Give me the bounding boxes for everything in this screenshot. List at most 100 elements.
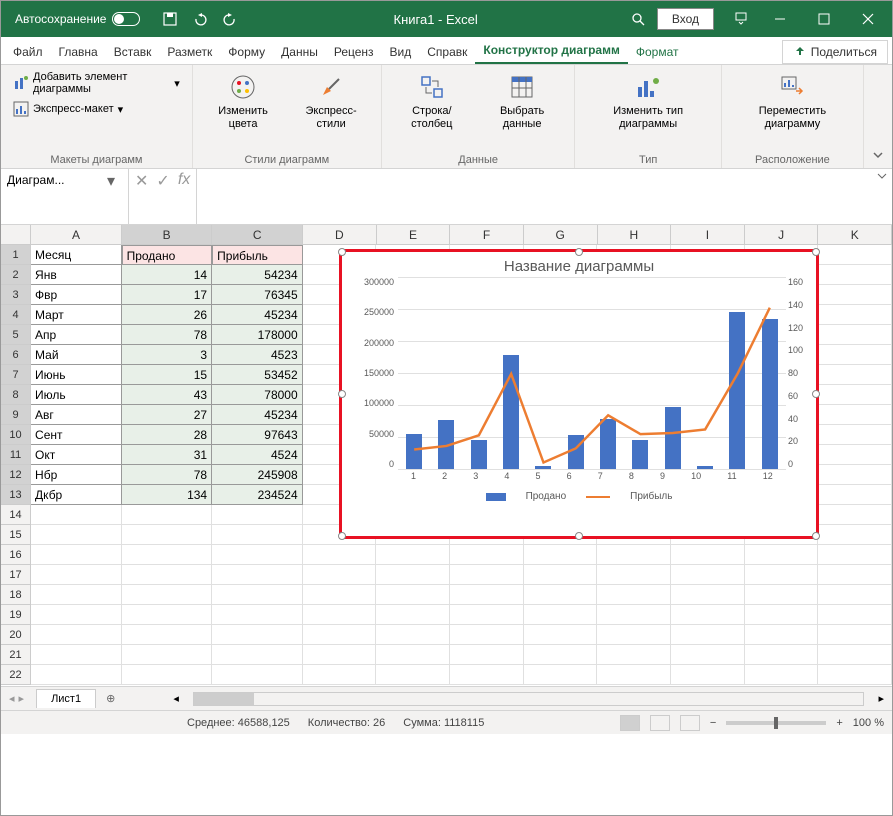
cell[interactable]	[524, 665, 598, 685]
cell[interactable]: 178000	[212, 325, 303, 345]
row-header[interactable]: 3	[1, 285, 31, 305]
cell[interactable]	[745, 625, 819, 645]
cell[interactable]	[597, 625, 671, 645]
cell[interactable]: 53452	[212, 365, 303, 385]
col-header[interactable]: H	[598, 225, 672, 244]
cell[interactable]	[450, 565, 524, 585]
cell[interactable]	[212, 565, 303, 585]
cell[interactable]	[376, 645, 450, 665]
cancel-formula-icon[interactable]: ✕	[135, 171, 148, 191]
cell[interactable]	[122, 545, 213, 565]
share-button[interactable]: Поделиться	[782, 40, 888, 64]
cell[interactable]	[524, 645, 598, 665]
cell[interactable]	[122, 565, 213, 585]
cell[interactable]	[303, 625, 377, 645]
scroll-left-icon[interactable]: ◂	[173, 692, 179, 705]
tab-layout[interactable]: Разметк	[159, 40, 220, 64]
cell[interactable]	[671, 545, 745, 565]
col-header[interactable]: K	[818, 225, 892, 244]
minimize-button[interactable]	[760, 1, 800, 37]
resize-handle[interactable]	[575, 532, 583, 540]
cell[interactable]	[376, 605, 450, 625]
cell[interactable]	[597, 665, 671, 685]
cell[interactable]: 45234	[212, 405, 303, 425]
cell[interactable]	[671, 565, 745, 585]
tab-home[interactable]: Главна	[51, 40, 106, 64]
chevron-down-icon[interactable]: ▾	[103, 171, 119, 191]
col-header[interactable]: G	[524, 225, 598, 244]
row-header[interactable]: 7	[1, 365, 31, 385]
cell[interactable]	[818, 265, 892, 285]
cell[interactable]	[597, 585, 671, 605]
tab-chart-design[interactable]: Конструктор диаграмм	[475, 38, 627, 64]
cell[interactable]	[818, 325, 892, 345]
tab-format[interactable]: Формат	[628, 40, 687, 64]
resize-handle[interactable]	[812, 532, 820, 540]
cell[interactable]: Прибыль	[212, 245, 303, 265]
chart-legend[interactable]: Продано Прибыль	[342, 487, 816, 506]
search-icon[interactable]	[631, 12, 645, 26]
cell[interactable]	[122, 505, 213, 525]
scroll-thumb[interactable]	[194, 693, 254, 705]
normal-view-button[interactable]	[620, 715, 640, 731]
add-sheet-button[interactable]: ⊕	[96, 692, 125, 705]
row-header[interactable]: 21	[1, 645, 31, 665]
cell[interactable]	[212, 545, 303, 565]
resize-handle[interactable]	[575, 248, 583, 256]
resize-handle[interactable]	[338, 390, 346, 398]
col-header[interactable]: B	[122, 225, 213, 244]
tab-file[interactable]: Файл	[5, 40, 51, 64]
col-header[interactable]: A	[31, 225, 122, 244]
cell[interactable]: 54234	[212, 265, 303, 285]
cell[interactable]	[818, 385, 892, 405]
expand-formula-bar-icon[interactable]	[872, 169, 892, 224]
row-header[interactable]: 22	[1, 665, 31, 685]
cell[interactable]: Янв	[31, 265, 122, 285]
cell[interactable]	[745, 545, 819, 565]
change-chart-type-button[interactable]: Изменить тип диаграммы	[583, 69, 712, 133]
zoom-slider[interactable]	[726, 721, 826, 725]
cell[interactable]	[818, 425, 892, 445]
zoom-in-button[interactable]: +	[836, 717, 842, 729]
cell[interactable]	[818, 525, 892, 545]
cell[interactable]	[818, 465, 892, 485]
cell[interactable]	[31, 545, 122, 565]
cell[interactable]	[818, 305, 892, 325]
cell[interactable]	[212, 605, 303, 625]
name-box-input[interactable]	[3, 171, 103, 189]
select-all-corner[interactable]	[1, 225, 31, 244]
row-header[interactable]: 18	[1, 585, 31, 605]
col-header[interactable]: F	[450, 225, 524, 244]
tab-formulas[interactable]: Форму	[220, 40, 273, 64]
cell[interactable]	[745, 565, 819, 585]
fx-icon[interactable]: fx	[178, 171, 190, 189]
cell[interactable]: 78000	[212, 385, 303, 405]
cell[interactable]: Продано	[122, 245, 213, 265]
col-header[interactable]: I	[671, 225, 745, 244]
sheet-nav-next-icon[interactable]: ▸	[19, 692, 25, 705]
cell[interactable]	[671, 605, 745, 625]
maximize-button[interactable]	[804, 1, 844, 37]
cell[interactable]	[122, 585, 213, 605]
formula-input[interactable]	[197, 169, 872, 224]
chart-plot-area[interactable]: 300000250000200000150000100000500000 160…	[398, 277, 786, 487]
cell[interactable]	[376, 545, 450, 565]
tab-help[interactable]: Справк	[419, 40, 475, 64]
cell[interactable]	[303, 665, 377, 685]
cell[interactable]: Март	[31, 305, 122, 325]
cell[interactable]	[597, 565, 671, 585]
cell[interactable]: 43	[122, 385, 213, 405]
cell[interactable]	[450, 545, 524, 565]
row-header[interactable]: 19	[1, 605, 31, 625]
resize-handle[interactable]	[338, 248, 346, 256]
resize-handle[interactable]	[812, 248, 820, 256]
row-header[interactable]: 15	[1, 525, 31, 545]
tab-insert[interactable]: Вставк	[106, 40, 160, 64]
cell[interactable]	[818, 645, 892, 665]
cell[interactable]	[818, 285, 892, 305]
cell[interactable]: 245908	[212, 465, 303, 485]
worksheet-grid[interactable]: A B C D E F G H I J K 1 Месяц Продано Пр…	[1, 225, 892, 686]
cell[interactable]	[376, 665, 450, 685]
cell[interactable]: 28	[122, 425, 213, 445]
cell[interactable]: 78	[122, 325, 213, 345]
